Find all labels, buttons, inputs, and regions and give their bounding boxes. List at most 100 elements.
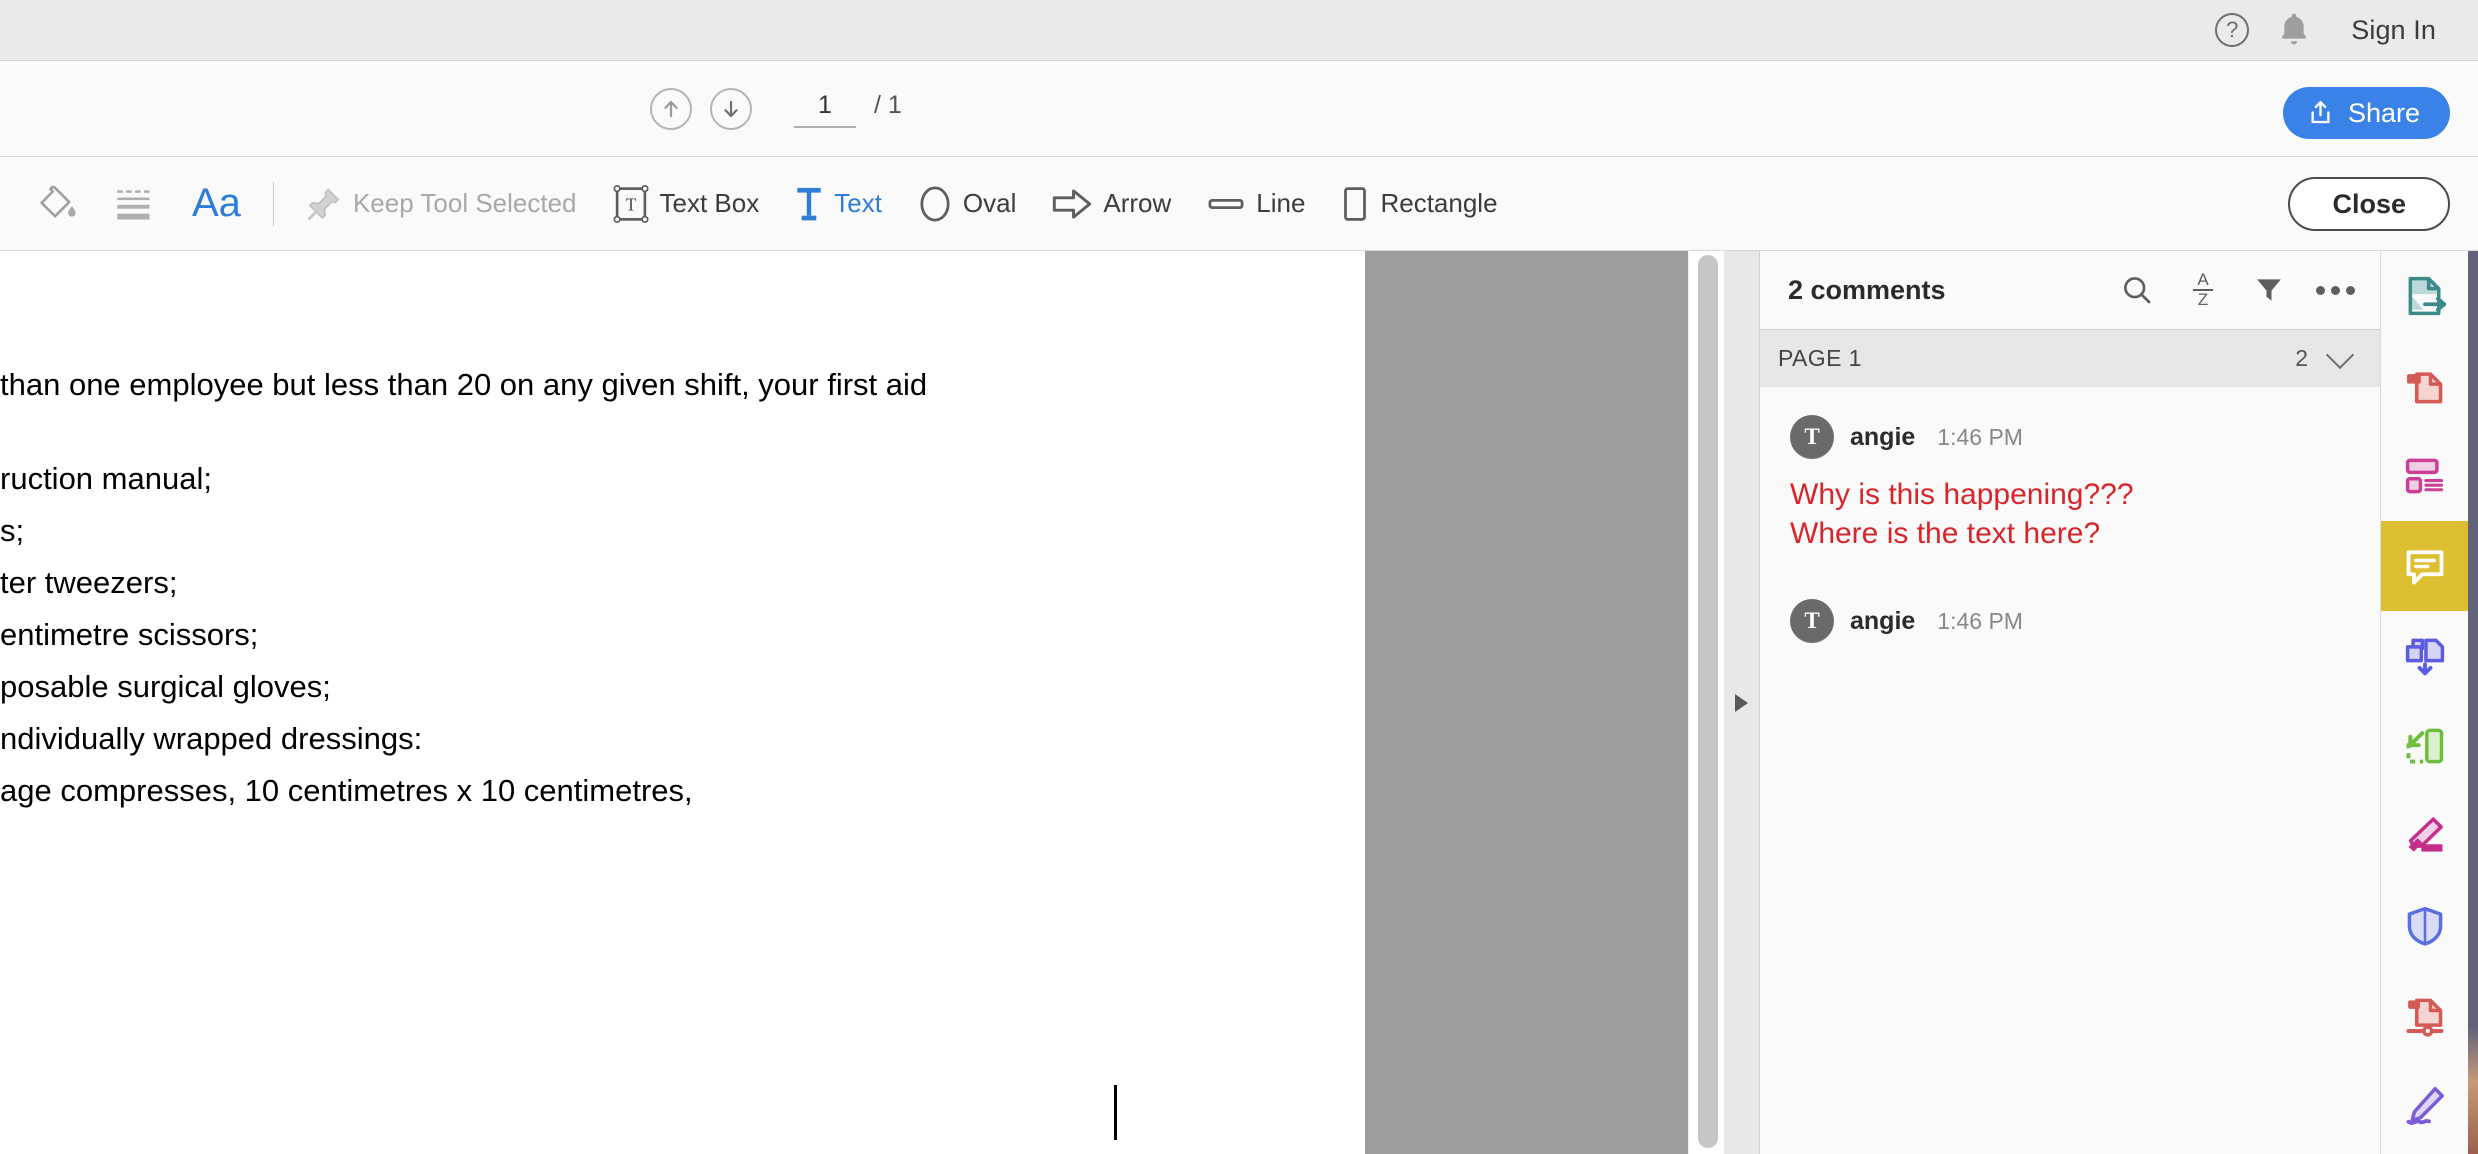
document-line: age compresses, 10 centimetres x 10 cent…	[0, 773, 1365, 809]
protect-shield-icon	[2403, 904, 2447, 948]
filter-funnel-icon	[2254, 275, 2284, 305]
page-gutter-area	[1365, 251, 1688, 1154]
keep-tool-selected-button[interactable]: Keep Tool Selected	[288, 179, 595, 229]
comment-body-line: Why is this happening???	[1790, 475, 2350, 514]
comments-page-group-header[interactable]: PAGE 1 2	[1760, 329, 2380, 387]
annotation-toolbar: Aa Keep Tool Selected T	[0, 157, 2478, 251]
tool-text-box-label: Text Box	[660, 188, 760, 219]
total-pages-label: / 1	[874, 91, 902, 120]
close-button[interactable]: Close	[2288, 177, 2450, 231]
line-style-button[interactable]	[96, 178, 174, 230]
rail-item-compress-pdf[interactable]	[2381, 341, 2468, 431]
tool-oval[interactable]: Oval	[900, 179, 1034, 229]
tool-line[interactable]: Line	[1189, 182, 1323, 225]
text-box-icon: T	[613, 185, 649, 223]
svg-text:T: T	[625, 194, 636, 214]
annotation-tools-group: Aa Keep Tool Selected T	[0, 175, 1516, 232]
comments-panel: 2 comments AZ	[1760, 251, 2380, 1154]
document-line: entimetre scissors;	[0, 617, 1365, 653]
comment-icon	[2403, 544, 2447, 588]
comment-item[interactable]: T angie 1:46 PM	[1760, 557, 2380, 647]
scrollbar-thumb[interactable]	[1698, 255, 1718, 1148]
sign-in-button[interactable]: Sign In	[2325, 15, 2450, 46]
comments-page-group-label: PAGE 1	[1778, 345, 1862, 372]
rail-item-merge-files[interactable]	[2381, 611, 2468, 701]
sort-az-icon: AZ	[2193, 272, 2213, 308]
pdf-viewer-app: ? Sign In	[0, 0, 2478, 1154]
share-button[interactable]: Share	[2283, 87, 2450, 139]
document-line: ruction manual;	[0, 461, 1365, 497]
redact-icon	[2403, 994, 2447, 1038]
share-upload-icon	[2307, 99, 2334, 127]
chevron-down-icon[interactable]	[2326, 340, 2354, 368]
comments-panel-header: 2 comments AZ	[1760, 251, 2380, 329]
rail-item-comments[interactable]	[2381, 521, 2468, 611]
comments-page-group-count: 2	[2295, 345, 2308, 372]
comments-sort-button[interactable]: AZ	[2180, 267, 2226, 313]
comment-header: T angie 1:46 PM	[1790, 599, 2350, 643]
document-vertical-scrollbar[interactable]	[1688, 251, 1724, 1154]
comments-count-label: 2 comments	[1788, 275, 1946, 306]
convert-document-icon	[2403, 274, 2447, 318]
rectangle-icon	[1341, 185, 1369, 223]
comments-actions-group: AZ	[2114, 267, 2358, 313]
comments-page-group-right: 2	[2295, 345, 2350, 372]
document-canvas[interactable]: than one employee but less than 20 on an…	[0, 251, 1365, 1154]
font-size-button[interactable]: Aa	[174, 175, 259, 232]
paint-bucket-icon	[36, 183, 78, 225]
text-cursor-icon	[795, 185, 823, 223]
pushpin-icon	[306, 185, 342, 223]
search-icon	[2121, 274, 2153, 306]
panel-collapse-handle[interactable]	[1724, 251, 1760, 1154]
compress-pdf-icon	[2403, 364, 2447, 408]
comment-item[interactable]: T angie 1:46 PM Why is this happening???…	[1760, 387, 2380, 557]
tool-text[interactable]: Text	[777, 179, 900, 229]
organize-pages-icon	[2403, 454, 2447, 498]
help-circle-icon: ?	[2215, 13, 2249, 47]
comment-timestamp: 1:46 PM	[1937, 424, 2023, 451]
share-button-label: Share	[2348, 98, 2420, 129]
arrow-down-circle-icon	[719, 97, 743, 121]
comments-search-button[interactable]	[2114, 267, 2160, 313]
rail-item-highlighter[interactable]	[2381, 791, 2468, 881]
toolbar-divider	[273, 182, 274, 226]
arrow-icon	[1052, 187, 1092, 221]
next-page-button[interactable]	[710, 88, 752, 130]
keep-tool-selected-label: Keep Tool Selected	[353, 188, 577, 219]
page-number-group: / 1	[794, 91, 902, 128]
fill-color-button[interactable]	[18, 177, 96, 231]
rail-item-crop-pages[interactable]	[2381, 701, 2468, 791]
comments-filter-button[interactable]	[2246, 267, 2292, 313]
more-options-icon	[2316, 286, 2355, 295]
tool-rectangle[interactable]: Rectangle	[1323, 179, 1515, 229]
font-size-label: Aa	[192, 181, 241, 226]
rail-item-fill-and-sign[interactable]	[2381, 1061, 2468, 1151]
header-right-group: ? Sign In	[2201, 0, 2478, 61]
rail-item-protect[interactable]	[2381, 881, 2468, 971]
avatar: T	[1790, 599, 1834, 643]
help-button[interactable]: ?	[2201, 0, 2263, 61]
tool-rectangle-label: Rectangle	[1380, 188, 1497, 219]
comments-more-options-button[interactable]	[2312, 267, 2358, 313]
rail-item-organize-pages[interactable]	[2381, 431, 2468, 521]
previous-page-button[interactable]	[650, 88, 692, 130]
crop-pages-icon	[2403, 724, 2447, 768]
tools-rail	[2380, 251, 2468, 1154]
page-nav-controls: / 1	[650, 61, 902, 157]
comment-author: angie	[1850, 607, 1915, 636]
document-text: than one employee but less than 20 on an…	[0, 251, 1365, 809]
tool-arrow[interactable]: Arrow	[1034, 181, 1189, 227]
oval-icon	[918, 185, 952, 223]
main-area: than one employee but less than 20 on an…	[0, 251, 2478, 1154]
rail-item-redact[interactable]	[2381, 971, 2468, 1061]
arrow-up-circle-icon	[659, 97, 683, 121]
text-insertion-caret	[1114, 1085, 1117, 1140]
document-line: ndividually wrapped dressings:	[0, 721, 1365, 757]
tool-text-box[interactable]: T Text Box	[595, 179, 778, 229]
rail-item-convert-document[interactable]	[2381, 251, 2468, 341]
page-number-input[interactable]	[794, 91, 856, 128]
tool-oval-label: Oval	[963, 188, 1016, 219]
comment-body-line: Where is the text here?	[1790, 514, 2350, 553]
document-line: ter tweezers;	[0, 565, 1365, 601]
notifications-button[interactable]	[2263, 0, 2325, 61]
